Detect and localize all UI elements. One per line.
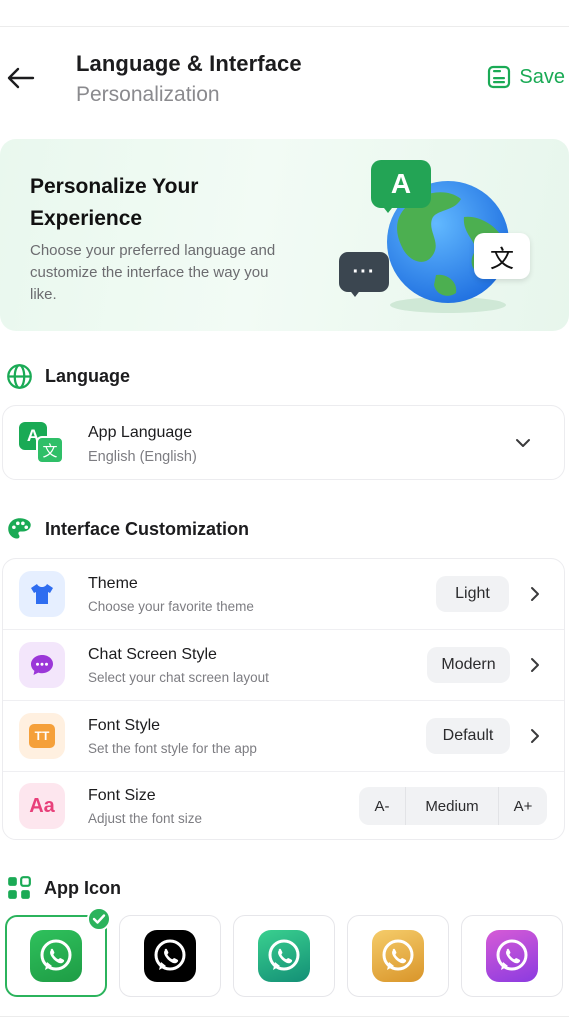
globe-small-icon xyxy=(7,364,32,389)
bottom-divider xyxy=(0,1016,569,1017)
font-size-subtitle: Adjust the font size xyxy=(88,811,203,826)
whatsapp-green-icon xyxy=(30,930,82,982)
font-style-glyph: TT xyxy=(29,724,55,748)
save-icon xyxy=(488,65,511,89)
theme-subtitle: Choose your favorite theme xyxy=(88,599,254,614)
banner-title-line1: Personalize Your xyxy=(30,175,199,198)
app-icon-option-gold[interactable] xyxy=(347,915,449,997)
app-language-selector[interactable]: A 文 App Language English (English) xyxy=(2,405,565,480)
section-title-language: Language xyxy=(45,366,131,386)
app-icon-option-teal[interactable] xyxy=(233,915,335,997)
tshirt-icon xyxy=(19,571,65,617)
translate-zh-bubble: 文 xyxy=(474,233,530,279)
personalize-banner: Personalize Your Experience Choose your … xyxy=(0,139,569,331)
app-language-row[interactable]: A 文 App Language English (English) xyxy=(3,408,564,478)
font-size-value: Medium xyxy=(425,797,479,815)
whatsapp-teal-icon xyxy=(258,930,310,982)
header: Language & Interface Personalization Sav… xyxy=(0,40,569,120)
selected-check-icon xyxy=(87,907,111,931)
palette-icon xyxy=(8,518,31,539)
chevron-right-icon[interactable] xyxy=(526,585,544,603)
chevron-right-icon[interactable] xyxy=(526,727,544,745)
save-label: Save xyxy=(519,65,565,88)
chat-style-value[interactable]: Modern xyxy=(427,647,510,683)
banner-description: Choose your preferred language and custo… xyxy=(30,242,276,303)
bubble-tail-green xyxy=(380,203,396,213)
section-app-icon: App Icon xyxy=(6,875,121,901)
banner-title-line2: Experience xyxy=(30,207,143,230)
app-icon-option-green[interactable] xyxy=(5,907,111,997)
grid-icon xyxy=(8,876,31,899)
status-divider xyxy=(0,26,569,27)
font-size-increase-button[interactable]: A+ xyxy=(499,787,547,825)
translate-icon: A 文 xyxy=(19,422,65,464)
theme-title: Theme xyxy=(88,575,138,592)
banner-title: Personalize Your Experience xyxy=(30,171,270,235)
message-dots-bubble: ··· xyxy=(339,252,389,292)
whatsapp-purple-icon xyxy=(486,930,538,982)
font-style-subtitle: Set the font style for the app xyxy=(88,741,257,756)
back-button[interactable] xyxy=(4,60,36,96)
chevron-right-icon[interactable] xyxy=(526,656,544,674)
app-icon-option-black[interactable] xyxy=(119,915,221,997)
font-size-stepper: A- Medium A+ xyxy=(359,787,547,825)
page-subtitle: Personalization xyxy=(76,83,220,106)
translate-icon-front: 文 xyxy=(36,436,64,464)
font-style-title: Font Style xyxy=(88,717,161,734)
chat-style-row[interactable]: Chat Screen Style Select your chat scree… xyxy=(3,630,564,700)
section-language: Language xyxy=(6,363,130,390)
font-size-icon: Aa xyxy=(19,783,65,829)
page-title: Language & Interface xyxy=(76,51,302,76)
whatsapp-black-icon xyxy=(144,930,196,982)
font-size-title: Font Size xyxy=(88,787,156,804)
font-size-glyph: Aa xyxy=(29,794,55,817)
section-title-interface: Interface Customization xyxy=(45,519,250,539)
globe-illustration: A 文 ··· xyxy=(336,157,536,329)
app-language-value: English (English) xyxy=(88,449,197,465)
font-style-value[interactable]: Default xyxy=(426,718,510,754)
font-style-row[interactable]: TT Font Style Set the font style for the… xyxy=(3,701,564,771)
chevron-down-icon[interactable] xyxy=(514,434,532,452)
translate-a-bubble: A xyxy=(371,160,431,208)
app-icon-option-purple[interactable] xyxy=(461,915,563,997)
interface-settings-card: Theme Choose your favorite theme Light C… xyxy=(2,558,565,840)
font-size-decrease-button[interactable]: A- xyxy=(359,787,405,825)
app-language-title: App Language xyxy=(88,424,193,441)
theme-row[interactable]: Theme Choose your favorite theme Light xyxy=(3,559,564,629)
font-size-row: Aa Font Size Adjust the font size A- Med… xyxy=(3,771,564,841)
chat-style-title: Chat Screen Style xyxy=(88,646,217,663)
bubble-tail-dark xyxy=(348,288,362,297)
section-interface: Interface Customization xyxy=(6,516,249,543)
chat-style-subtitle: Select your chat screen layout xyxy=(88,670,269,685)
arrow-left-icon xyxy=(7,67,35,89)
section-title-app-icon: App Icon xyxy=(44,877,121,898)
chat-bubble-icon xyxy=(19,642,65,688)
theme-value[interactable]: Light xyxy=(436,576,509,612)
app-icon-options xyxy=(5,907,565,997)
whatsapp-gold-icon xyxy=(372,930,424,982)
font-style-icon: TT xyxy=(19,713,65,759)
save-button[interactable]: Save xyxy=(487,65,565,89)
